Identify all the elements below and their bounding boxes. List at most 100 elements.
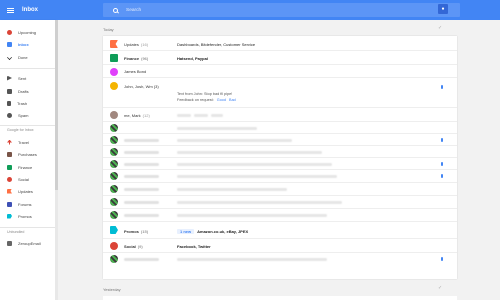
sidebar-item-sent[interactable]: Sent [0, 73, 55, 83]
sidebar-item-trash[interactable]: Trash [0, 98, 55, 108]
list-item[interactable] [103, 122, 457, 134]
cart-icon [7, 151, 12, 157]
sweep-icon[interactable]: ✓ [438, 25, 442, 31]
bundle-summary: Facebook, Twitter [177, 244, 211, 249]
list-item[interactable]: James Bond [103, 65, 457, 78]
blurred-text [177, 114, 191, 117]
pinned-icon[interactable] [441, 85, 443, 89]
app-title: Inbox [22, 7, 38, 13]
sidebar-item-spam[interactable]: Spam [0, 110, 55, 120]
message-sender: James Bond [124, 69, 147, 74]
flag-icon [110, 40, 118, 48]
pin-icon: ● [441, 6, 445, 12]
list-item[interactable] [103, 183, 457, 196]
avatar [110, 211, 118, 219]
list-item[interactable] [103, 134, 457, 146]
sidebar-scrollbar[interactable] [55, 20, 58, 300]
list-item[interactable]: Finance (96) Hatsend, Paypal [103, 51, 457, 65]
sidebar-item-updates[interactable]: Updates [0, 186, 55, 196]
list-item[interactable] [103, 170, 457, 183]
blurred-text [124, 201, 159, 204]
sidebar-item-inbox[interactable]: Inbox [0, 39, 55, 49]
sidebar-item-purchases[interactable]: Purchases [0, 149, 55, 159]
list-item[interactable] [103, 209, 457, 222]
sidebar: Upcoming Inbox Done Sent Drafts Trash Sp… [0, 20, 55, 300]
good-link[interactable]: Good [217, 98, 226, 102]
bundle-sender: Finance (96) [124, 56, 149, 61]
pinned-icon[interactable] [441, 257, 443, 261]
sidebar-item-upcoming[interactable]: Upcoming [0, 27, 55, 37]
sidebar-item-label: Spam [18, 112, 29, 118]
sidebar-item-promos[interactable]: Promos [0, 211, 55, 221]
sidebar-item-finance[interactable]: Finance [0, 162, 55, 172]
list-item[interactable] [103, 196, 457, 209]
forum-icon [7, 201, 12, 207]
sidebar-item-social[interactable]: Social [0, 174, 55, 184]
pin-toggle-button[interactable]: ● [438, 4, 448, 14]
bad-link[interactable]: Bad [229, 98, 236, 102]
list-item[interactable]: me, Mark (12) [103, 108, 457, 122]
pinned-icon[interactable] [441, 174, 443, 178]
top-app-bar: Inbox Search ● [0, 0, 500, 20]
avatar [110, 148, 118, 156]
list-item[interactable]: John, Josh, Wm (3) Text from John: Stop … [103, 78, 457, 108]
spam-icon [7, 112, 12, 118]
unbundled-section-header: Unbundled [7, 230, 25, 234]
sidebar-item-label: Inbox [18, 41, 29, 47]
sidebar-divider [0, 227, 55, 228]
bundle-summary: Dashboards, Bitdefender, Customer Servic… [177, 42, 256, 47]
bundles-section-header: Google for Inbox [7, 128, 34, 132]
list-item[interactable]: Social (9) Facebook, Twitter [103, 239, 457, 253]
avatar [110, 160, 118, 168]
search-input[interactable]: Search [103, 3, 460, 17]
sidebar-item-zeroupemail[interactable]: ZeroupEmail [0, 238, 55, 248]
list-item[interactable]: Updates (16) Dashboards, Bitdefender, Cus… [103, 36, 457, 51]
avatar [110, 82, 118, 90]
finance-icon [110, 54, 118, 62]
trash-icon [7, 100, 11, 106]
avatar [110, 185, 118, 193]
sidebar-item-drafts[interactable]: Drafts [0, 86, 55, 96]
message-list: Updates (16) Dashboards, Bitdefender, Cus… [103, 36, 457, 279]
sidebar-divider [0, 68, 55, 69]
sidebar-item-label: Trash [17, 100, 28, 106]
list-item[interactable] [103, 253, 457, 266]
blurred-text [124, 151, 159, 154]
pinned-icon[interactable] [441, 162, 443, 166]
tag-icon [110, 226, 118, 234]
scrollbar-thumb[interactable] [55, 20, 58, 190]
sidebar-item-travel[interactable]: Travel [0, 137, 55, 147]
list-item[interactable]: Promos (15) 1 new Amazon.co.uk, eBay, JPEX [103, 222, 457, 239]
message-sender: John, Josh, Wm (3) [124, 84, 159, 89]
send-icon [7, 75, 12, 81]
menu-button[interactable] [0, 0, 20, 20]
sidebar-item-forums[interactable]: Forums [0, 199, 55, 209]
sidebar-item-label: Travel [18, 139, 29, 145]
bundle-summary: 1 new Amazon.co.uk, eBay, JPEX [177, 229, 248, 234]
blurred-text [124, 175, 159, 178]
message-list-yesterday [103, 296, 457, 300]
list-item[interactable] [103, 158, 457, 170]
new-chip: 1 new [177, 229, 195, 234]
sidebar-item-label: Social [18, 176, 29, 182]
sweep-icon[interactable]: ✓ [438, 285, 442, 291]
yesterday-header: Yesterday [103, 287, 121, 292]
sidebar-item-label: Finance [18, 164, 33, 170]
sidebar-item-label: Forums [18, 201, 32, 207]
tag-icon [7, 213, 12, 219]
list-item[interactable] [103, 146, 457, 158]
blurred-text [177, 151, 322, 154]
label-icon [7, 240, 12, 246]
blurred-text [177, 139, 292, 142]
sidebar-item-label: Updates [18, 188, 33, 194]
avatar [110, 172, 118, 180]
check-icon [7, 54, 12, 60]
pinned-icon[interactable] [441, 138, 443, 142]
blurred-text [211, 114, 223, 117]
flag-icon [7, 188, 12, 194]
blurred-text [177, 163, 332, 166]
blurred-text [177, 175, 337, 178]
feedback-line: Feedback on request: Good Bad [177, 98, 236, 102]
message-snippet: Text from John: Stop bad fil pipe! [177, 92, 233, 96]
sidebar-item-done[interactable]: Done [0, 52, 55, 62]
